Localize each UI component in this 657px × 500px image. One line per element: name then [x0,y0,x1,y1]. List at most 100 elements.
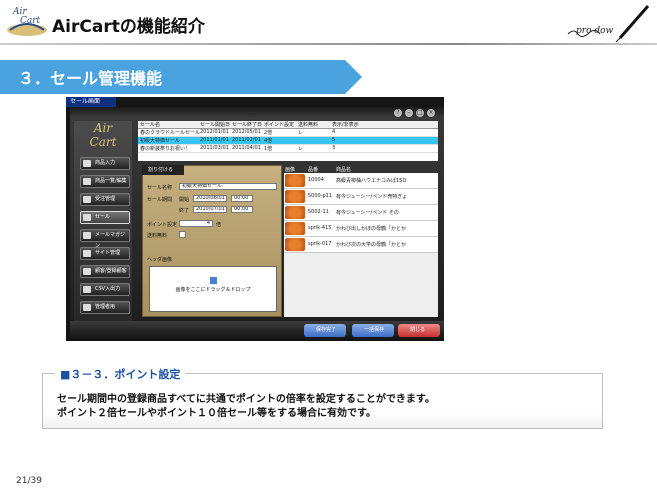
col-sale-name: セール名 [140,122,161,128]
cell: レ [298,130,304,136]
col-point: ポイント設定 [264,122,295,128]
table-row-selected[interactable]: 初級大特価セール 2011/01/01 2011/02/01 4倍 5 [138,137,438,145]
cell: 2011/01/01 [200,137,229,143]
cell: 4倍 [264,138,273,144]
product-code: 5000-p11 [308,193,333,199]
point-unit: 倍 [216,222,222,228]
list-item[interactable]: sprik-017 かわび次の大学の母鶴「かとか [284,237,438,253]
sidebar-logo-air: Air [93,121,113,135]
cell: 春の新装祭りお祝い！ [140,146,191,152]
product-code: 5002-11 [308,209,329,215]
start-date-field[interactable]: 2010/06/01 [193,195,227,202]
nav-label: 受注管理 [95,196,116,202]
list-item[interactable]: 5002-11 有今ジューシー/ペンド その [284,205,438,221]
caption-title: ■３－３．ポイント設定 [55,366,186,382]
signature-text: pro dow [576,26,614,36]
product-thumbnail [285,190,305,203]
nav-item-sale[interactable]: セール [80,211,130,224]
cell: 2012/01/01 [200,129,229,135]
table-row[interactable]: 春のクラウドルールセール 2012/01/01 2012/05/01 2倍 レ … [138,129,438,137]
image-icon [209,277,217,284]
app-window: ? – □ × Air Cart 商品入力 商品一覧/編集 受注管理 セール メ… [70,107,444,341]
product-thumbnail [285,206,305,219]
sale-form-panel: セール名称 初級大特価セール セール期間 開始 2010/06/01 00:00… [142,165,282,317]
nav-item-product-list[interactable]: 商品一覧/編集 [80,175,130,188]
product-name: かわび次の大学の母鶴「かとか [336,242,407,248]
list-item[interactable]: 5000-p11 有今ジューシー/ペンド売特ぎょ [284,189,438,205]
header-image-dropzone[interactable]: 画像をここにドラッグ＆ドロップ [149,266,277,312]
tag-icon [83,214,91,221]
help-button[interactable]: ? [394,109,402,117]
sale-name-label: セール名称 [147,185,173,191]
start-time-field[interactable]: 00:00 [231,195,253,202]
start-label: 開始 [179,197,190,203]
col-code: 品番 [308,167,319,173]
col-end: セール終了日 [232,122,263,128]
window-titlebar: ? – □ × [70,107,444,119]
cell: 初級大特価セール [140,138,181,144]
list-item[interactable]: 10004 高級青柳柚ハウエナコみぱ15D [284,173,438,189]
cell: 2011/04/01 [232,145,261,151]
nav-item-customers[interactable]: 顧客/登録顧客 [80,265,130,278]
product-name: かわび出しかぼの母鶴「かとか [336,226,407,232]
nav-item-site-admin[interactable]: サイト管理 [80,247,130,260]
maximize-button[interactable]: □ [416,109,424,117]
end-date-field[interactable]: 2010/07/01 [193,206,227,213]
end-time-field[interactable]: 00:00 [231,206,253,213]
nav-item-product-entry[interactable]: 商品入力 [80,157,130,170]
app-title: AirCartの機能紹介 [52,17,205,37]
product-code: 10004 [308,177,324,183]
caption-box: ■３－３．ポイント設定 セール期間中の登録商品すべてに共通でポイントの倍率を設定… [42,366,603,429]
product-name: 有今ジューシー/ペンド その [336,210,399,216]
minimize-button[interactable]: – [405,109,413,117]
close-button[interactable]: × [427,109,435,117]
col-visibility: 表示/非表示 [332,122,359,128]
col-product-name: 商品名 [336,167,352,173]
nav-item-admin[interactable]: 管理者用 [80,301,130,314]
cart-icon [83,196,91,203]
col-free-shipping: 送料無料 [298,122,319,128]
bulk-save-button[interactable]: 一括保存 [352,324,394,337]
close-app-button[interactable]: 閉じる [398,324,440,337]
users-icon [83,268,91,275]
gear-icon [83,250,91,257]
col-image: 画像 [285,167,296,173]
product-code: sprik-415 [308,225,332,231]
key-icon [83,304,91,311]
cell: 2011/03/01 [200,145,229,151]
caption-line-1: セール期間中の登録商品すべてに共通でポイントの倍率を設定することができます。 [57,394,435,405]
app-screenshot: セール画面 ? – □ × Air Cart 商品入力 商品一覧/編集 受注管理… [66,97,444,341]
page-header: Air Cart AirCartの機能紹介 pro dow [0,0,657,46]
product-list-header: 画像 品番 商品名 [284,165,438,173]
assign-tab[interactable]: 割り付ける [142,165,184,175]
nav-item-csv[interactable]: CSV入出力 [80,283,130,296]
free-shipping-label: 送料無料 [147,233,168,239]
point-input[interactable]: 4 [179,220,213,227]
cell: 2011/02/01 [232,137,261,143]
cell: レ [298,146,304,152]
product-thumbnail [285,222,305,235]
nav-label: サイト管理 [95,250,121,256]
pen-signature [567,5,650,42]
nav-label: セール [95,214,111,220]
free-shipping-checkbox[interactable] [179,231,186,238]
sidebar-logo: Air Cart [74,121,132,151]
product-code: sprik-017 [308,241,332,247]
product-thumbnail [285,174,305,187]
page-number: 21/39 [16,476,42,486]
product-list-panel: 画像 品番 商品名 10004 高級青柳柚ハウエナコみぱ15D 5000-p11 有… [284,165,438,317]
screenshot-tab: セール画面 [66,97,116,107]
mail-icon [83,232,91,239]
bottom-button-bar: 保存完了 一括保存 閉じる [70,321,444,341]
list-item[interactable]: sprik-415 かわび出しかぼの母鶴「かとか [284,221,438,237]
sale-name-field[interactable]: 初級大特価セール [179,183,277,190]
cell: 4 [332,129,336,135]
sale-table: セール名 セール開始日 セール終了日 ポイント設定 送料無料 表示/非表示 春の… [138,121,438,161]
save-complete-button[interactable]: 保存完了 [304,324,346,337]
nav-item-orders[interactable]: 受注管理 [80,193,130,206]
table-row[interactable]: 春の新装祭りお祝い！ 2011/03/01 2011/04/01 1倍 レ 3 [138,145,438,153]
nav-label: 顧客/登録顧客 [95,268,127,274]
nav-item-mail-magazine[interactable]: メールマガジン [80,229,130,249]
section-title: ３．セール管理機能 [18,69,163,88]
nav-label: CSV入出力 [95,286,121,292]
